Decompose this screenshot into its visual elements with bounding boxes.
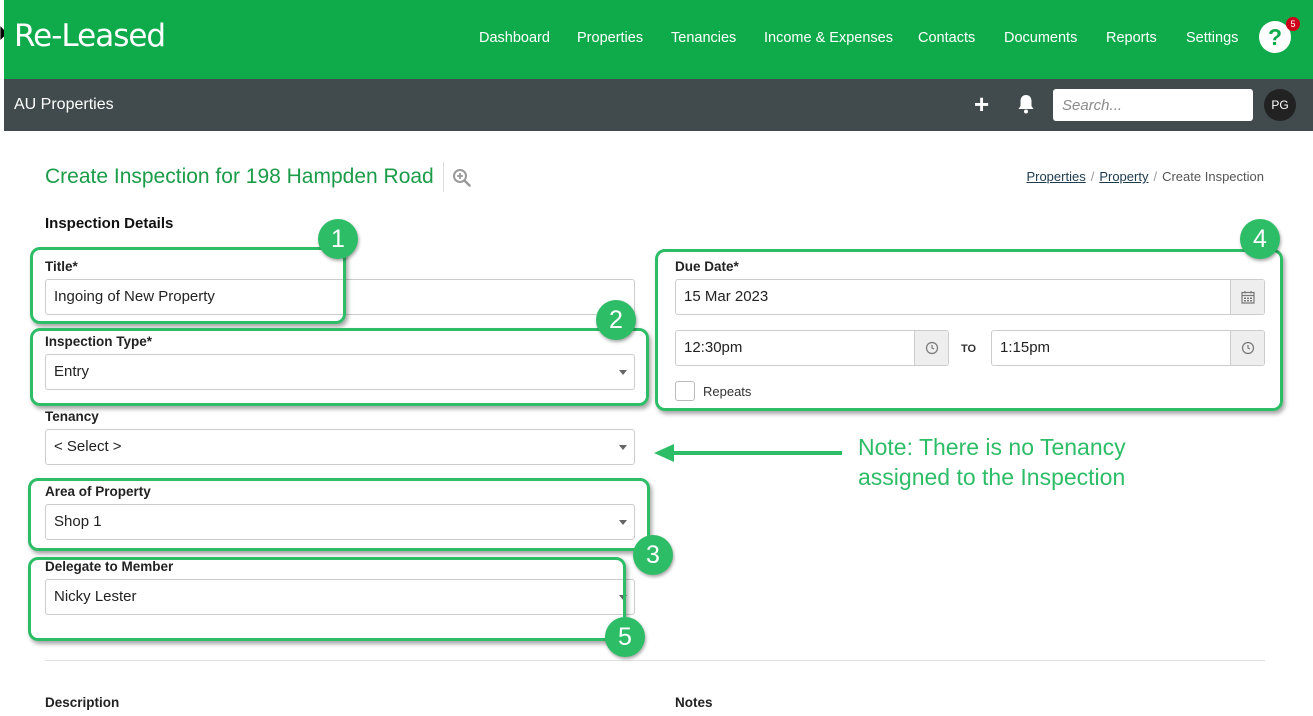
delegate-label: Delegate to Member: [45, 559, 174, 574]
tenancy-label: Tenancy: [45, 409, 99, 424]
nav-properties[interactable]: Properties: [577, 30, 643, 46]
page-title: Create Inspection for 198 Hampden Road: [45, 165, 434, 188]
end-time-input[interactable]: 1:15pm: [991, 330, 1265, 366]
inspection-type-value: Entry: [54, 363, 90, 380]
start-time-value: 12:30pm: [684, 339, 743, 356]
description-label: Description: [45, 695, 120, 710]
breadcrumb-properties[interactable]: Properties: [1026, 169, 1085, 184]
breadcrumb-separator: /: [1153, 169, 1158, 184]
main-content: [16, 131, 1306, 716]
area-of-property-label: Area of Property: [45, 484, 151, 499]
breadcrumb: Properties / Property / Create Inspection: [1026, 169, 1264, 184]
due-date-input[interactable]: 15 Mar 2023: [675, 279, 1265, 315]
context-bar: AU Properties + PG: [4, 79, 1313, 131]
annotation-badge-5: 5: [605, 617, 645, 657]
chevron-down-icon: [619, 445, 627, 450]
due-date-label: Due Date*: [675, 259, 739, 274]
calendar-button[interactable]: [1230, 280, 1264, 314]
clock-icon: [1241, 341, 1255, 355]
annotation-badge-2: 2: [596, 300, 636, 340]
breadcrumb-property[interactable]: Property: [1099, 169, 1148, 184]
delegate-select[interactable]: Nicky Lester: [45, 579, 635, 615]
nav-dashboard[interactable]: Dashboard: [479, 30, 550, 46]
re-leased-logo[interactable]: Re-Leased: [14, 18, 166, 54]
calendar-icon: [1241, 291, 1255, 304]
section-divider: [45, 660, 1265, 661]
inspection-type-select[interactable]: Entry: [45, 354, 635, 390]
annotation-note-line-1: Note: There is no Tenancy: [858, 434, 1126, 460]
repeats-checkbox[interactable]: [675, 381, 695, 401]
time-range-to-label: TO: [961, 343, 977, 355]
annotation-badge-4: 4: [1240, 219, 1280, 259]
chevron-down-icon: [619, 370, 627, 375]
notes-label: Notes: [675, 695, 713, 710]
inspection-type-label: Inspection Type*: [45, 334, 153, 349]
chevron-down-icon: [619, 520, 627, 525]
chevron-down-icon: [619, 595, 627, 600]
search-input[interactable]: [1053, 89, 1253, 121]
nav-tenancies[interactable]: Tenancies: [671, 30, 736, 46]
delegate-value: Nicky Lester: [54, 588, 137, 605]
user-avatar[interactable]: PG: [1264, 89, 1296, 121]
repeats-label: Repeats: [703, 384, 752, 399]
area-of-property-value: Shop 1: [54, 513, 102, 530]
title-divider: [443, 162, 444, 192]
area-of-property-select[interactable]: Shop 1: [45, 504, 635, 540]
nav-reports[interactable]: Reports: [1106, 30, 1157, 46]
title-label: Title*: [45, 259, 78, 274]
clock-icon: [925, 341, 939, 355]
breadcrumb-separator: /: [1090, 169, 1095, 184]
nav-settings[interactable]: Settings: [1186, 30, 1238, 46]
title-input[interactable]: Ingoing of New Property: [45, 279, 635, 315]
notification-count-badge: 5: [1286, 17, 1300, 31]
start-time-picker-button[interactable]: [914, 331, 948, 365]
tenancy-select[interactable]: < Select >: [45, 429, 635, 465]
add-new-button[interactable]: +: [974, 89, 989, 119]
tenancy-value: < Select >: [54, 438, 122, 455]
nav-documents[interactable]: Documents: [1004, 30, 1077, 46]
breadcrumb-current: Create Inspection: [1162, 169, 1264, 184]
section-title: Inspection Details: [45, 215, 174, 232]
end-time-value: 1:15pm: [1000, 339, 1051, 356]
start-time-input[interactable]: 12:30pm: [675, 330, 949, 366]
nav-income-expenses[interactable]: Income & Expenses: [764, 30, 893, 46]
zoom-in-icon[interactable]: [452, 168, 471, 187]
annotation-arrow-icon: [654, 444, 842, 462]
annotation-badge-3: 3: [633, 535, 673, 575]
nav-contacts[interactable]: Contacts: [918, 30, 975, 46]
annotation-note: Note: There is no Tenancy assigned to th…: [858, 432, 1126, 492]
organisation-name[interactable]: AU Properties: [14, 96, 114, 114]
annotation-note-line-2: assigned to the Inspection: [858, 464, 1126, 490]
bell-icon[interactable]: [1017, 94, 1035, 114]
due-date-value: 15 Mar 2023: [684, 288, 769, 305]
annotation-badge-1: 1: [318, 219, 358, 259]
end-time-picker-button[interactable]: [1230, 331, 1264, 365]
